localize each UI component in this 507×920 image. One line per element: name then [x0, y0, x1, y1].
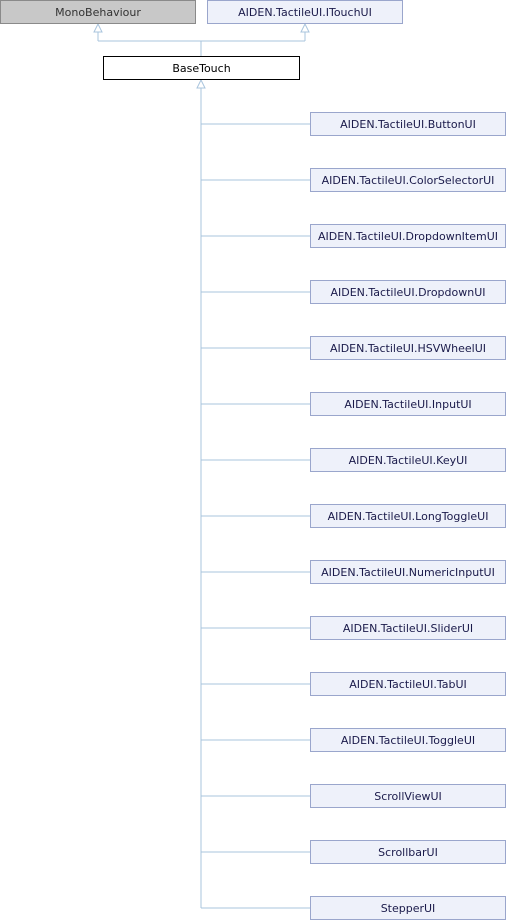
- node-longtoggleui[interactable]: AIDEN.TactileUI.LongToggleUI: [310, 504, 506, 528]
- arrow-monobehaviour: [93, 22, 103, 33]
- node-itouchui[interactable]: AIDEN.TactileUI.ITouchUI: [207, 0, 403, 24]
- inheritance-diagram: MonoBehaviour AIDEN.TactileUI.ITouchUI B…: [0, 0, 507, 920]
- node-tabui[interactable]: AIDEN.TactileUI.TabUI: [310, 672, 506, 696]
- node-stepperui[interactable]: StepperUI: [310, 896, 506, 920]
- node-colorselectorui[interactable]: AIDEN.TactileUI.ColorSelectorUI: [310, 168, 506, 192]
- node-keyui[interactable]: AIDEN.TactileUI.KeyUI: [310, 448, 506, 472]
- node-monobehaviour[interactable]: MonoBehaviour: [0, 0, 196, 24]
- node-inputui[interactable]: AIDEN.TactileUI.InputUI: [310, 392, 506, 416]
- node-scrollviewui[interactable]: ScrollViewUI: [310, 784, 506, 808]
- node-numericinputui[interactable]: AIDEN.TactileUI.NumericInputUI: [310, 560, 506, 584]
- node-sliderui[interactable]: AIDEN.TactileUI.SliderUI: [310, 616, 506, 640]
- node-hsvwheelui[interactable]: AIDEN.TactileUI.HSVWheelUI: [310, 336, 506, 360]
- node-dropdownui[interactable]: AIDEN.TactileUI.DropdownUI: [310, 280, 506, 304]
- arrow-itouchui: [300, 22, 310, 33]
- node-scrollbarui[interactable]: ScrollbarUI: [310, 840, 506, 864]
- node-basetouch[interactable]: BaseTouch: [103, 56, 300, 80]
- arrow-basetouch: [196, 78, 206, 89]
- node-buttonui[interactable]: AIDEN.TactileUI.ButtonUI: [310, 112, 506, 136]
- node-dropdownitemui[interactable]: AIDEN.TactileUI.DropdownItemUI: [310, 224, 506, 248]
- node-toggleui[interactable]: AIDEN.TactileUI.ToggleUI: [310, 728, 506, 752]
